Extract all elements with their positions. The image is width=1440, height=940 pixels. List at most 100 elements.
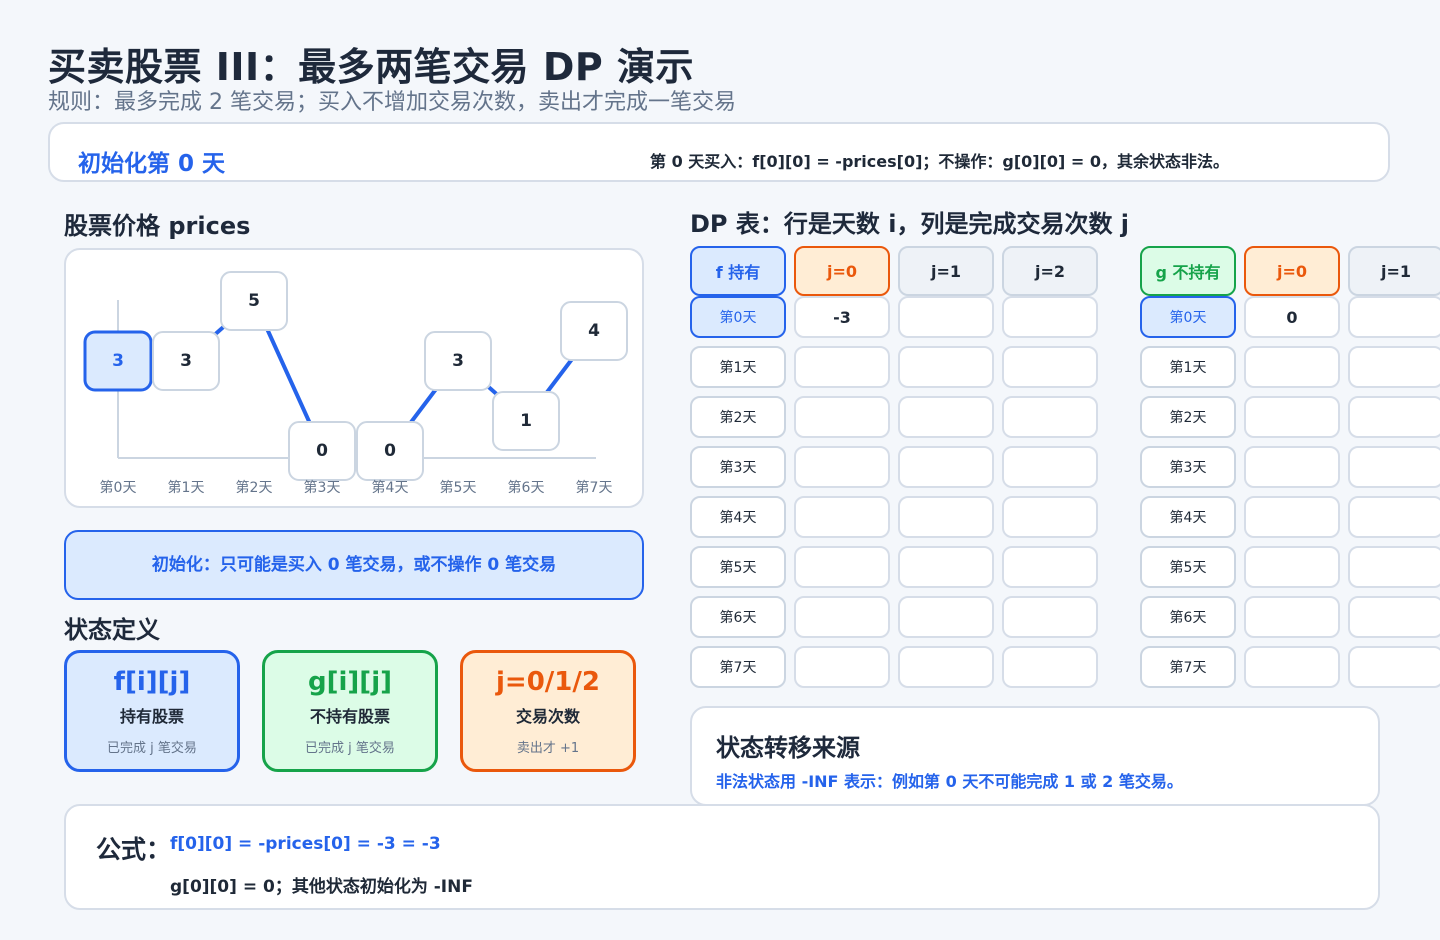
x-tick-label: 第4天	[372, 479, 409, 496]
dp-g-cell[interactable]	[1244, 346, 1340, 388]
price-value-label: 0	[384, 441, 396, 461]
price-value-label: 0	[316, 441, 328, 461]
price-value-label: 5	[248, 291, 260, 311]
dp-f-header-0: f 持有	[690, 246, 786, 296]
state-name: 交易次数	[515, 707, 580, 726]
dp-g-cell[interactable]: 0	[1244, 296, 1340, 338]
state-note: 卖出才 +1	[516, 741, 580, 756]
dp-g-cell[interactable]	[1348, 646, 1440, 688]
state-card-f: f[i][j] 持有股票 已完成 j 笔交易	[64, 650, 240, 772]
dp-f-cell[interactable]	[1002, 546, 1098, 588]
formula-line-2: g[0][0] = 0；其他状态初始化为 -INF	[170, 877, 473, 897]
dp-f-cell[interactable]	[898, 496, 994, 538]
x-tick-label: 第0天	[100, 479, 137, 496]
price-value-label: 4	[588, 321, 600, 341]
dp-table-title: DP 表：行是天数 i，列是完成交易次数 j	[690, 210, 1130, 238]
state-note: 已完成 j 笔交易	[107, 741, 197, 756]
transition-note: 非法状态用 -INF 表示：例如第 0 天不可能完成 1 或 2 笔交易。	[716, 772, 1183, 791]
dp-f-cell[interactable]	[794, 396, 890, 438]
dp-f-cell[interactable]	[898, 646, 994, 688]
formula-card: 公式： f[0][0] = -prices[0] = -3 = -3 g[0][…	[64, 804, 1380, 910]
state-card-g: g[i][j] 不持有股票 已完成 j 笔交易	[262, 650, 438, 772]
dp-g-cell[interactable]	[1348, 296, 1440, 338]
dp-f-cell[interactable]	[1002, 446, 1098, 488]
x-tick-label: 第3天	[304, 479, 341, 496]
transition-card: 状态转移来源 非法状态用 -INF 表示：例如第 0 天不可能完成 1 或 2 …	[690, 706, 1380, 806]
dp-f-cell[interactable]	[898, 396, 994, 438]
dp-f-cell[interactable]	[1002, 596, 1098, 638]
dp-f-day-label: 第2天	[690, 396, 786, 438]
dp-f-header-2: j=1	[898, 246, 994, 296]
dp-f-cell[interactable]	[898, 446, 994, 488]
dp-f-cell[interactable]	[1002, 496, 1098, 538]
dp-g-day-label: 第7天	[1140, 646, 1236, 688]
dp-f-day-label: 第4天	[690, 496, 786, 538]
page-title: 买卖股票 III：最多两笔交易 DP 演示	[48, 45, 694, 89]
dp-f-day-label: 第3天	[690, 446, 786, 488]
dp-f-cell[interactable]	[794, 596, 890, 638]
dp-g-header-0: g 不持有	[1140, 246, 1236, 296]
state-symbol: j=0/1/2	[496, 667, 600, 697]
dp-g-cell[interactable]	[1348, 596, 1440, 638]
dp-f-cell[interactable]	[898, 596, 994, 638]
dp-g-cell[interactable]	[1348, 496, 1440, 538]
step-panel: 初始化第 0 天 第 0 天买入：f[0][0] = -prices[0]；不操…	[48, 122, 1390, 182]
state-note: 已完成 j 笔交易	[305, 741, 395, 756]
dp-f-cell[interactable]	[794, 446, 890, 488]
x-tick-label: 第6天	[508, 479, 545, 496]
dp-g-day-label: 第1天	[1140, 346, 1236, 388]
dp-g-cell[interactable]	[1244, 546, 1340, 588]
state-def-title: 状态定义	[64, 616, 160, 644]
x-tick-label: 第2天	[236, 479, 273, 496]
state-name: 持有股票	[119, 707, 184, 726]
dp-f-cell[interactable]	[1002, 396, 1098, 438]
dp-f-cell[interactable]	[898, 296, 994, 338]
info-box: 初始化：只可能是买入 0 笔交易，或不操作 0 笔交易	[64, 530, 644, 600]
dp-f-cell[interactable]	[794, 346, 890, 388]
dp-f-cell[interactable]	[898, 346, 994, 388]
step-name: 初始化第 0 天	[78, 151, 226, 177]
dp-f-cell[interactable]	[794, 546, 890, 588]
dp-f-cell[interactable]: -3	[794, 296, 890, 338]
price-value-label: 1	[520, 411, 532, 431]
dp-f-cell[interactable]	[794, 646, 890, 688]
price-value-label: 3	[112, 351, 124, 371]
dp-g-day-label: 第2天	[1140, 396, 1236, 438]
dp-g-day-label: 第5天	[1140, 546, 1236, 588]
dp-g-cell[interactable]	[1244, 596, 1340, 638]
dp-g-cell[interactable]	[1348, 546, 1440, 588]
dp-f-day-label: 第1天	[690, 346, 786, 388]
prices-title: 股票价格 prices	[64, 212, 251, 240]
dp-f-day-label: 第5天	[690, 546, 786, 588]
dp-f-cell[interactable]	[1002, 346, 1098, 388]
dp-g-cell[interactable]	[1244, 396, 1340, 438]
dp-f-cell[interactable]	[1002, 296, 1098, 338]
dp-g-day-label: 第4天	[1140, 496, 1236, 538]
dp-g-cell[interactable]	[1244, 496, 1340, 538]
price-value-label: 3	[180, 351, 192, 371]
dp-g-cell[interactable]	[1244, 646, 1340, 688]
dp-f-cell[interactable]	[1002, 646, 1098, 688]
dp-f-cell[interactable]	[794, 496, 890, 538]
dp-f-header-3: j=2	[1002, 246, 1098, 296]
formula-line-1: f[0][0] = -prices[0] = -3 = -3	[170, 834, 441, 854]
dp-g-cell[interactable]	[1244, 446, 1340, 488]
x-tick-label: 第5天	[440, 479, 477, 496]
state-card-j: j=0/1/2 交易次数 卖出才 +1	[460, 650, 636, 772]
dp-g-day-label: 第0天	[1140, 296, 1236, 338]
price-value-label: 3	[452, 351, 464, 371]
dp-g-cell[interactable]	[1348, 446, 1440, 488]
dp-g-day-label: 第6天	[1140, 596, 1236, 638]
page-subtitle: 规则：最多完成 2 笔交易；买入不增加交易次数，卖出才完成一笔交易	[48, 90, 736, 115]
dp-g-header-1: j=0	[1244, 246, 1340, 296]
dp-f-cell[interactable]	[898, 546, 994, 588]
dp-g-day-label: 第3天	[1140, 446, 1236, 488]
dp-g-cell[interactable]	[1348, 346, 1440, 388]
state-name: 不持有股票	[309, 707, 390, 726]
x-tick-label: 第7天	[576, 479, 613, 496]
prices-chart-card: 3 第0天 3 第1天 5 第2天 0 第3天 0 第4天 3 第5天 1 第6天 4 第7天	[64, 248, 644, 508]
dp-f-header-1: j=0	[794, 246, 890, 296]
transition-title: 状态转移来源	[716, 734, 860, 762]
formula-label: 公式：	[96, 835, 172, 864]
dp-g-cell[interactable]	[1348, 396, 1440, 438]
